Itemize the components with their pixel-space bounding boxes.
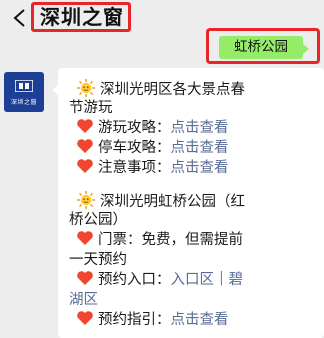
- sent-message-highlight: 虹桥公园: [206, 28, 320, 64]
- view-link[interactable]: 点击查看: [171, 312, 229, 328]
- chevron-left-icon[interactable]: [6, 4, 34, 32]
- avatar[interactable]: 深圳之窗: [4, 72, 44, 112]
- sent-message[interactable]: 虹桥公园: [219, 36, 303, 59]
- entry-area-link[interactable]: 入口区: [171, 272, 215, 288]
- chat-title: 深圳之窗: [31, 2, 131, 32]
- list-item: 游玩攻略：点击查看: [76, 118, 229, 139]
- list-item: 注意事项：点击查看: [76, 158, 229, 179]
- heart-icon: [77, 271, 93, 285]
- section-2-title: 深圳光明虹桥公园（红: [76, 190, 245, 211]
- view-link[interactable]: 点击查看: [171, 120, 229, 136]
- heart-icon: [77, 139, 93, 153]
- section-1-title: 深圳光明区各大景点春: [76, 78, 245, 99]
- sun-emoji-icon: [77, 191, 95, 209]
- logo-icon: [15, 80, 33, 92]
- view-link[interactable]: 点击查看: [171, 140, 229, 156]
- heart-icon: [77, 119, 93, 133]
- avatar-label: 深圳之窗: [10, 99, 37, 106]
- bihu-area-link-cont[interactable]: 湖区: [69, 290, 98, 311]
- sun-emoji-icon: [77, 79, 95, 97]
- bihu-area-link[interactable]: 碧: [229, 272, 244, 288]
- heart-icon: [77, 159, 93, 173]
- heart-icon: [77, 231, 93, 245]
- ticket-info-cont: 一天预约: [69, 252, 127, 268]
- list-item: 停车攻略：点击查看: [76, 138, 229, 159]
- ticket-info: 门票：免费，但需提前: [76, 230, 243, 251]
- booking-entry: 预约入口：入口区｜碧: [76, 270, 243, 291]
- section-2-title-cont: 桥公园）: [69, 212, 127, 228]
- view-link[interactable]: 点击查看: [171, 160, 229, 176]
- sent-message-tail: [303, 44, 309, 54]
- section-1-title-cont: 节游玩: [69, 100, 113, 116]
- booking-guide: 预约指引：点击查看: [76, 310, 229, 331]
